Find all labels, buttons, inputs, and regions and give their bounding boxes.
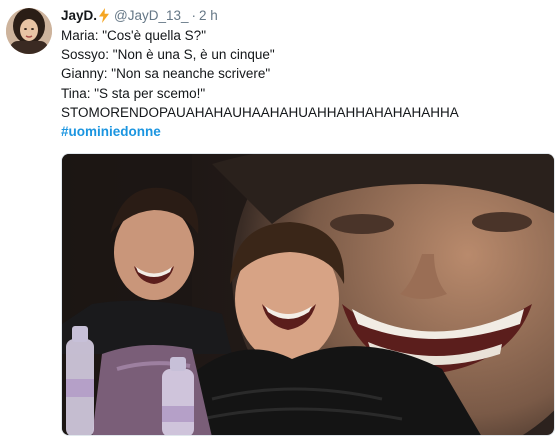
tweet-line: Maria: "Cos'è quella S?": [61, 28, 206, 43]
tweet-media-photo[interactable]: [61, 153, 555, 436]
tweet-text: Maria: "Cos'è quella S?" Sossyo: "Non è …: [61, 26, 553, 141]
separator-dot: ·: [191, 8, 197, 23]
display-name[interactable]: JayD.: [61, 8, 97, 23]
tweet-header: JayD. @JayD_13_ · 2 h: [61, 7, 553, 24]
tweet-line: Sossyo: "Non è una S, è un cinque": [61, 47, 275, 63]
avatar[interactable]: [6, 8, 52, 54]
laughing-meme-image: [62, 154, 554, 435]
tweet-content: JayD. @JayD_13_ · 2 h Maria: "Cos'è quel…: [61, 7, 553, 141]
user-handle[interactable]: @JayD_13_: [114, 8, 189, 23]
hashtag-link[interactable]: #uominiedonne: [61, 124, 161, 139]
tweet-line: Gianny: "Non sa neanche scrivere": [61, 66, 271, 82]
lightning-bolt-icon: [98, 8, 110, 23]
tweet-line: STOMORENDOPAUAHAHAUHAAHAHUAHHAHHAHAHAHAH…: [61, 104, 459, 120]
timestamp[interactable]: 2 h: [199, 8, 218, 23]
tweet-line: Tina: "S sta per scemo!": [61, 85, 206, 101]
avatar-image: [6, 8, 52, 54]
